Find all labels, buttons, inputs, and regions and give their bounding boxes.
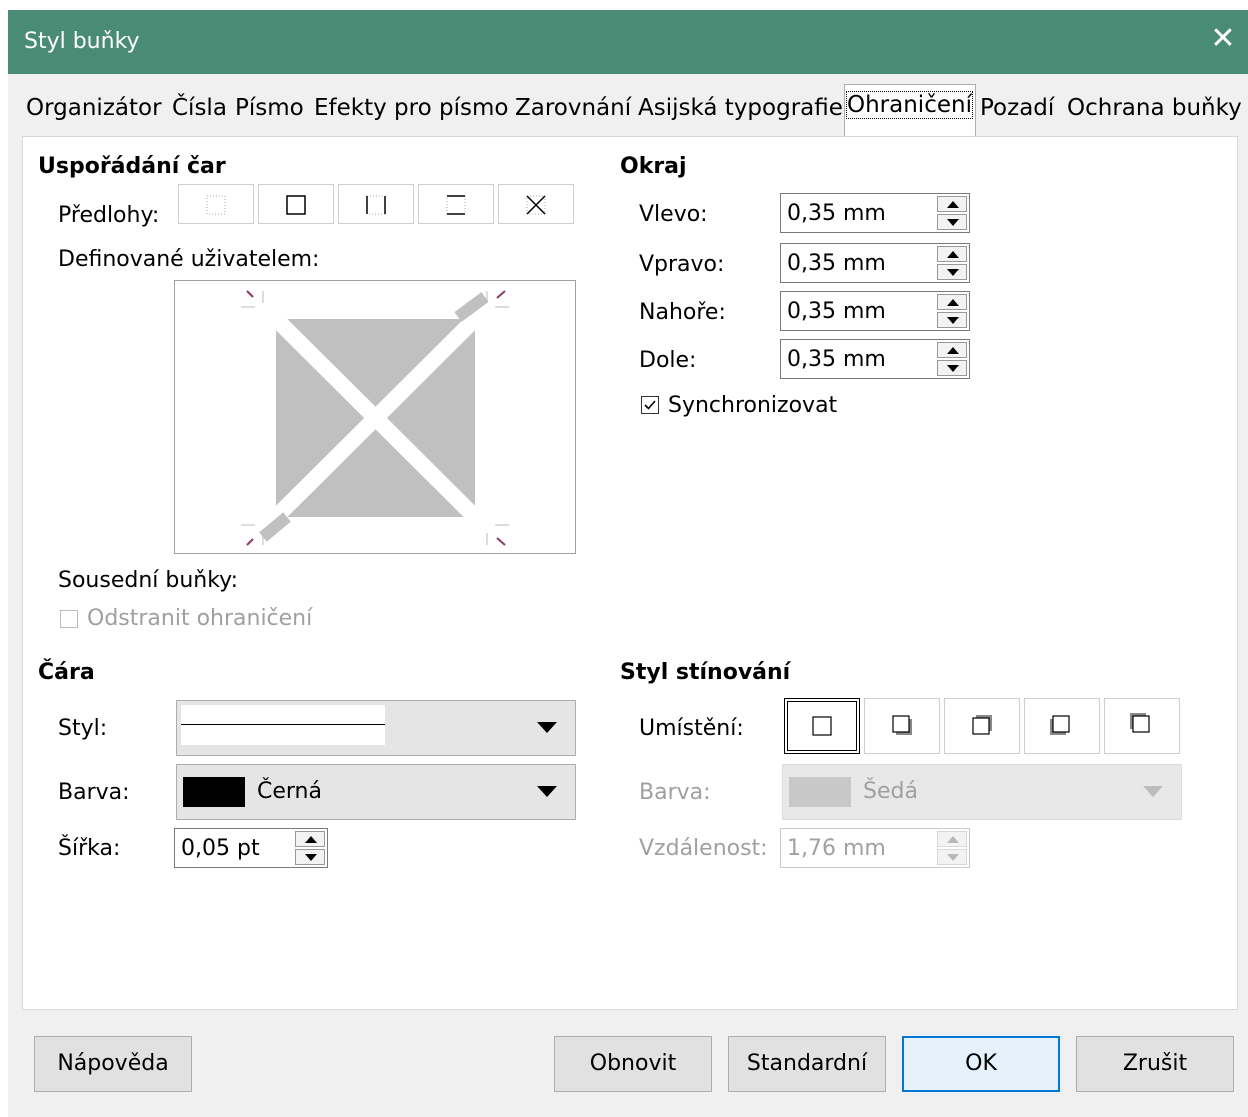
shadow-color-label: Barva: bbox=[639, 780, 711, 805]
synchronize-label: Synchronizovat bbox=[668, 393, 838, 418]
shadow-distance-value: 1,76 mm bbox=[787, 836, 886, 861]
cancel-button[interactable]: Zrušit bbox=[1076, 1036, 1234, 1092]
padding-top-spin[interactable]: 0,35 mm bbox=[780, 291, 970, 331]
tab-borders[interactable]: Ohraničení bbox=[844, 84, 976, 136]
shadow-top-right-icon bbox=[972, 715, 992, 735]
decrement-button[interactable] bbox=[295, 849, 325, 865]
help-button[interactable]: Nápověda bbox=[34, 1036, 192, 1092]
shadow-top-left-button[interactable] bbox=[1104, 698, 1180, 754]
tab-font-effects[interactable]: Efekty pro písmo bbox=[312, 88, 512, 136]
user-defined-label: Definované uživatelem: bbox=[58, 247, 320, 272]
line-width-value: 0,05 pt bbox=[181, 836, 260, 861]
shadow-color-dropdown[interactable]: Šedá bbox=[782, 764, 1182, 820]
padding-right-value: 0,35 mm bbox=[787, 251, 886, 276]
synchronize-checkbox[interactable] bbox=[641, 396, 659, 414]
line-color-dropdown[interactable]: Černá bbox=[176, 764, 576, 820]
top-bottom-borders-icon bbox=[446, 195, 466, 215]
preset-top-bottom-borders[interactable] bbox=[418, 184, 494, 224]
shadow-distance-spin[interactable]: 1,76 mm bbox=[780, 828, 970, 868]
padding-left-spin[interactable]: 0,35 mm bbox=[780, 193, 970, 233]
adjacent-cells-label: Sousední buňky: bbox=[58, 568, 239, 593]
reset-button[interactable]: Obnovit bbox=[554, 1036, 712, 1092]
border-preview-canvas bbox=[241, 290, 509, 546]
shadow-position-label: Umístění: bbox=[639, 716, 744, 741]
no-borders-icon bbox=[206, 195, 226, 215]
preset-no-borders[interactable] bbox=[178, 184, 254, 224]
increment-button[interactable] bbox=[937, 831, 967, 847]
title-bar: Styl buňky ✕ bbox=[8, 10, 1248, 74]
standard-button[interactable]: Standardní bbox=[728, 1036, 886, 1092]
line-color-swatch bbox=[183, 777, 245, 807]
padding-left-value: 0,35 mm bbox=[787, 201, 886, 226]
decrement-button[interactable] bbox=[937, 214, 967, 230]
padding-bottom-spin[interactable]: 0,35 mm bbox=[780, 339, 970, 379]
line-width-label: Šířka: bbox=[58, 836, 121, 861]
presets-label: Předlohy: bbox=[58, 203, 160, 228]
left-right-borders-icon bbox=[366, 195, 386, 215]
decrement-button[interactable] bbox=[937, 264, 967, 280]
border-preview-area[interactable] bbox=[174, 280, 576, 554]
ok-button[interactable]: OK bbox=[902, 1036, 1060, 1092]
increment-button[interactable] bbox=[937, 342, 967, 358]
line-heading: Čára bbox=[38, 660, 95, 685]
line-arrangement-heading: Uspořádání čar bbox=[38, 154, 226, 179]
line-style-label: Styl: bbox=[58, 716, 108, 741]
increment-button[interactable] bbox=[937, 196, 967, 212]
padding-left-label: Vlevo: bbox=[639, 202, 708, 227]
shadow-bottom-left-button[interactable] bbox=[1024, 698, 1100, 754]
tab-font[interactable]: Písmo bbox=[233, 88, 311, 136]
line-width-spin[interactable]: 0,05 pt bbox=[174, 828, 328, 868]
no-shadow-icon bbox=[812, 716, 832, 736]
line-style-dropdown[interactable] bbox=[176, 700, 576, 756]
preset-outer-border[interactable] bbox=[258, 184, 334, 224]
shadow-heading: Styl stínování bbox=[620, 660, 791, 685]
tab-cell-protection[interactable]: Ochrana buňky bbox=[1065, 88, 1242, 136]
tab-background[interactable]: Pozadí bbox=[978, 88, 1064, 136]
shadow-bottom-right-button[interactable] bbox=[864, 698, 940, 754]
decrement-button[interactable] bbox=[937, 360, 967, 376]
close-icon[interactable]: ✕ bbox=[1208, 24, 1238, 54]
tab-numbers[interactable]: Čísla bbox=[170, 88, 232, 136]
shadow-none-button[interactable] bbox=[784, 698, 860, 754]
checkmark-icon bbox=[644, 400, 656, 410]
padding-top-value: 0,35 mm bbox=[787, 299, 886, 324]
decrement-button[interactable] bbox=[937, 312, 967, 328]
shadow-top-right-button[interactable] bbox=[944, 698, 1020, 754]
tab-alignment[interactable]: Zarovnání bbox=[513, 88, 635, 136]
outer-border-icon bbox=[286, 195, 306, 215]
padding-right-spin[interactable]: 0,35 mm bbox=[780, 243, 970, 283]
shadow-distance-label: Vzdálenost: bbox=[639, 836, 768, 861]
diagonal-borders-icon bbox=[526, 195, 546, 215]
padding-top-label: Nahoře: bbox=[639, 300, 726, 325]
shadow-color-value: Šedá bbox=[863, 779, 918, 804]
padding-right-label: Vpravo: bbox=[639, 252, 725, 277]
increment-button[interactable] bbox=[295, 831, 325, 847]
shadow-bottom-left-icon bbox=[1050, 715, 1070, 735]
preset-diagonal-borders[interactable] bbox=[498, 184, 574, 224]
remove-border-label: Odstranit ohraničení bbox=[87, 606, 313, 631]
dropdown-arrow-icon bbox=[537, 722, 557, 733]
dropdown-arrow-icon bbox=[537, 786, 557, 797]
line-color-value: Černá bbox=[257, 779, 322, 804]
tab-asian-typography[interactable]: Asijská typografie bbox=[636, 88, 843, 136]
padding-bottom-label: Dole: bbox=[639, 348, 697, 373]
increment-button[interactable] bbox=[937, 294, 967, 310]
shadow-top-left-icon bbox=[1130, 713, 1150, 733]
padding-heading: Okraj bbox=[620, 154, 687, 179]
tab-organizer[interactable]: Organizátor bbox=[24, 88, 168, 136]
remove-border-checkbox[interactable] bbox=[60, 610, 78, 628]
dialog-title: Styl buňky bbox=[24, 29, 140, 54]
dropdown-arrow-icon bbox=[1143, 786, 1163, 797]
shadow-bottom-right-icon bbox=[892, 715, 912, 735]
line-style-preview bbox=[181, 705, 385, 745]
line-color-label: Barva: bbox=[58, 780, 130, 805]
preset-left-right-borders[interactable] bbox=[338, 184, 414, 224]
increment-button[interactable] bbox=[937, 246, 967, 262]
decrement-button[interactable] bbox=[937, 849, 967, 865]
shadow-color-swatch bbox=[789, 777, 851, 807]
padding-bottom-value: 0,35 mm bbox=[787, 347, 886, 372]
